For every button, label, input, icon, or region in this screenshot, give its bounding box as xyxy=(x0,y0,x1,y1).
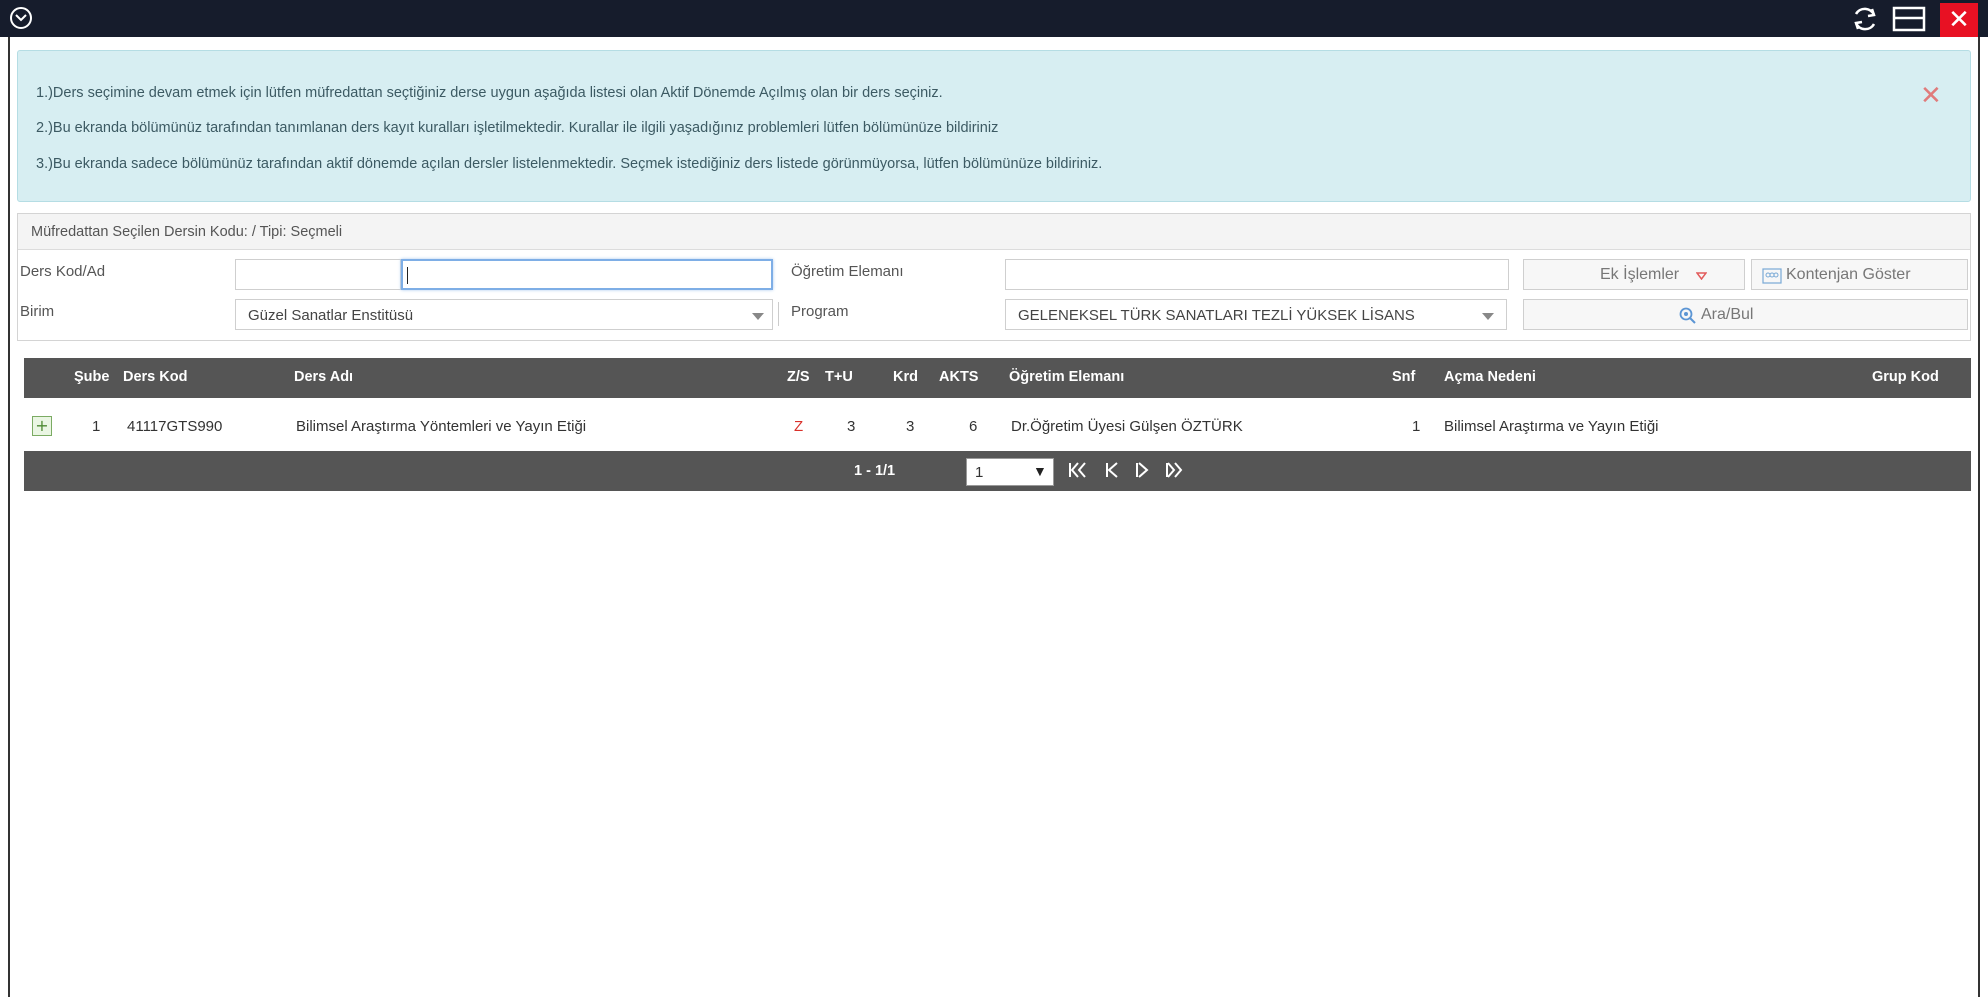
frame-border-right xyxy=(1978,37,1980,997)
prev-page-icon[interactable] xyxy=(1104,461,1120,479)
col-sube[interactable]: Şube xyxy=(74,369,109,385)
col-snf[interactable]: Snf xyxy=(1392,369,1415,385)
search-icon xyxy=(1679,307,1696,324)
chevron-down-icon xyxy=(752,313,764,320)
program-label: Program xyxy=(791,303,849,320)
text-caret xyxy=(407,267,408,284)
col-grup-kod[interactable]: Grup Kod xyxy=(1872,369,1939,385)
alert-line-3: 3.)Bu ekranda sadece bölümünüz tarafında… xyxy=(36,156,1103,172)
field-divider xyxy=(778,302,779,326)
birim-select[interactable]: Güzel Sanatlar Enstitüsü xyxy=(235,299,773,330)
birim-select-value: Güzel Sanatlar Enstitüsü xyxy=(248,307,414,324)
birim-label: Birim xyxy=(20,303,55,320)
first-page-icon[interactable] xyxy=(1068,461,1088,479)
col-tu[interactable]: T+U xyxy=(825,369,853,385)
cell-snf: 1 xyxy=(1412,418,1421,435)
col-zs[interactable]: Z/S xyxy=(787,369,810,385)
ara-bul-button[interactable]: Ara/Bul xyxy=(1523,299,1968,330)
next-page-icon[interactable] xyxy=(1134,461,1150,479)
window-titlebar: ✕ xyxy=(0,0,1988,37)
cell-ogretim-elemani: Dr.Öğretim Üyesi Gülşen ÖZTÜRK xyxy=(1011,418,1243,435)
last-page-icon[interactable] xyxy=(1164,461,1186,479)
maximize-icon[interactable] xyxy=(1892,6,1926,32)
cell-zs: Z xyxy=(794,418,804,435)
filter-panel: Müfredattan Seçilen Dersin Kodu: / Tipi:… xyxy=(17,213,1971,341)
frame-border-left xyxy=(8,37,10,997)
ara-bul-label: Ara/Bul xyxy=(1701,306,1754,323)
pager-info: 1 - 1/1 xyxy=(854,463,896,479)
table-row[interactable]: + 1 41117GTS990 Bilimsel Araştırma Yönte… xyxy=(24,406,1971,446)
page-select[interactable]: 1 ▼ xyxy=(966,458,1054,486)
col-ders-kod[interactable]: Ders Kod xyxy=(123,369,187,385)
ek-islemler-button[interactable]: Ek İşlemler xyxy=(1523,259,1745,290)
cell-ders-kod: 41117GTS990 xyxy=(127,418,223,435)
ek-islemler-label: Ek İşlemler xyxy=(1600,266,1680,283)
program-select-value: GELENEKSEL TÜRK SANATLARI TEZLİ YÜKSEK L… xyxy=(1018,307,1415,324)
table-pager: 1 - 1/1 1 ▼ xyxy=(24,451,1971,491)
panel-header: Müfredattan Seçilen Dersin Kodu: / Tipi:… xyxy=(18,214,1970,250)
alert-close-icon[interactable]: ✕ xyxy=(1920,81,1942,111)
chevron-down-icon xyxy=(1482,313,1494,320)
col-krd[interactable]: Krd xyxy=(893,369,918,385)
ders-kod-input[interactable] xyxy=(235,259,401,290)
ders-ad-input[interactable] xyxy=(401,259,773,290)
ogretim-elemani-label: Öğretim Elemanı xyxy=(791,263,904,280)
cell-ders-adi: Bilimsel Araştırma Yöntemleri ve Yayın E… xyxy=(296,418,587,435)
kontenjan-goster-label: Kontenjan Göster xyxy=(1786,266,1911,283)
col-ogretim-elemani[interactable]: Öğretim Elemanı xyxy=(1009,369,1124,385)
cell-krd: 3 xyxy=(906,418,915,435)
cell-tu: 3 xyxy=(847,418,856,435)
cell-sube: 1 xyxy=(92,418,101,435)
col-acma-nedeni[interactable]: Açma Nedeni xyxy=(1444,369,1536,385)
panel-header-text: Müfredattan Seçilen Dersin Kodu: / Tipi:… xyxy=(31,224,343,240)
alert-line-2: 2.)Bu ekranda bölümünüz tarafından tanım… xyxy=(36,120,999,136)
users-icon xyxy=(1762,268,1782,284)
col-akts[interactable]: AKTS xyxy=(939,369,978,385)
ogretim-elemani-input[interactable] xyxy=(1005,259,1509,290)
alert-line-1: 1.)Ders seçimine devam etmek için lütfen… xyxy=(36,85,943,101)
col-ders-adi[interactable]: Ders Adı xyxy=(294,369,353,385)
page-select-value: 1 xyxy=(975,464,984,481)
info-alert: 1.)Ders seçimine devam etmek için lütfen… xyxy=(17,50,1971,202)
cell-akts: 6 xyxy=(969,418,978,435)
kontenjan-goster-button[interactable]: Kontenjan Göster xyxy=(1751,259,1968,290)
program-select[interactable]: GELENEKSEL TÜRK SANATLARI TEZLİ YÜKSEK L… xyxy=(1005,299,1507,330)
collapse-chevron-icon[interactable] xyxy=(10,7,32,29)
table-header: Şube Ders Kod Ders Adı Z/S T+U Krd AKTS … xyxy=(24,358,1971,398)
dropdown-triangle-icon xyxy=(1696,272,1707,280)
window-close-button[interactable]: ✕ xyxy=(1940,3,1978,37)
expand-row-icon[interactable]: + xyxy=(32,416,52,436)
ders-kod-label: Ders Kod/Ad xyxy=(20,263,106,280)
cell-acma-nedeni: Bilimsel Araştırma ve Yayın Etiği xyxy=(1444,418,1659,435)
chevron-down-icon: ▼ xyxy=(1033,463,1047,479)
refresh-icon[interactable] xyxy=(1850,4,1880,34)
